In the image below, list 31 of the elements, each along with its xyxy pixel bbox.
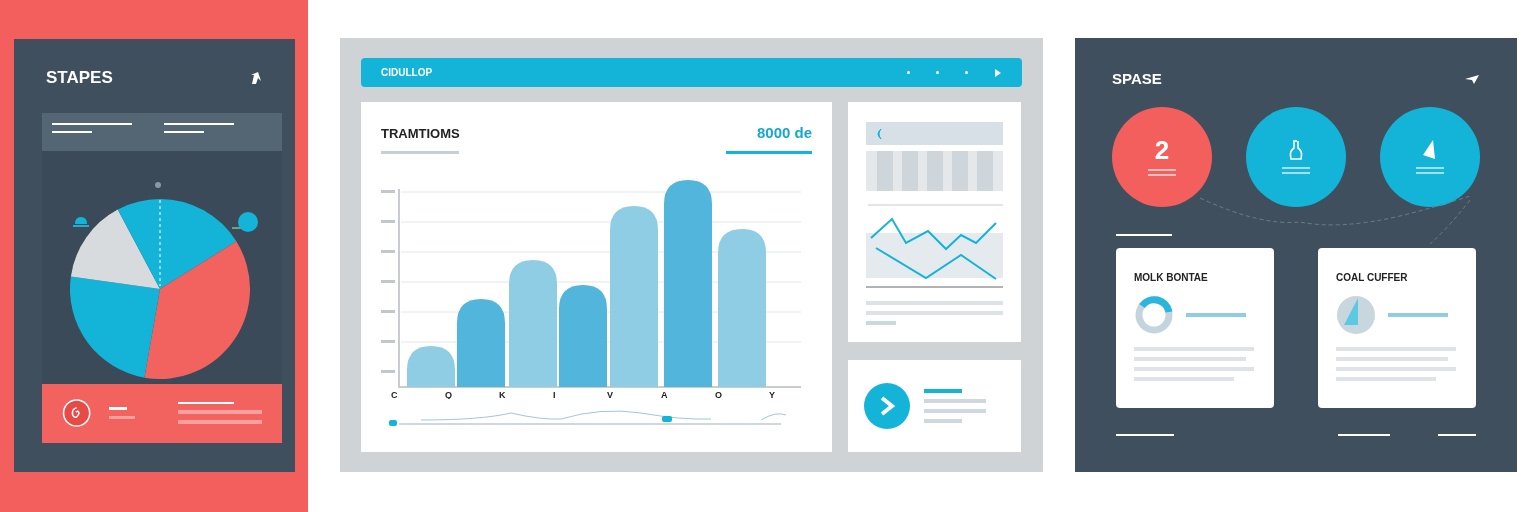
panel-title: STAPES	[46, 67, 113, 89]
card-title: MOLK BONTAE	[1134, 270, 1209, 285]
axis-label: K	[499, 389, 506, 399]
chart-title: TRAMTIOMS	[381, 124, 460, 143]
axis-label: V	[607, 389, 613, 399]
slider-handle[interactable]	[389, 419, 397, 426]
plane-icon[interactable]	[1464, 73, 1480, 86]
play-icon[interactable]	[864, 383, 910, 429]
slider-track[interactable]	[398, 422, 782, 425]
bar	[407, 345, 455, 387]
axis-label: I	[553, 389, 556, 399]
axis-label: O	[715, 389, 722, 399]
flask-icon	[1288, 139, 1304, 161]
axis-label: Y	[769, 389, 775, 399]
pin-icon	[232, 210, 258, 235]
cone-icon	[1336, 294, 1376, 335]
stat-value: 2	[1154, 137, 1170, 163]
dot-icon	[154, 180, 162, 189]
moon-icon	[874, 127, 882, 140]
play-icon[interactable]	[994, 67, 1002, 78]
header-title: CIDULLOP	[381, 66, 433, 80]
arrow-icon[interactable]	[249, 70, 263, 85]
axis-label: C	[391, 389, 398, 399]
card-title: COAL CUFFER	[1336, 270, 1409, 285]
panel-title: SPASE	[1112, 69, 1162, 89]
axis-label: Q	[445, 389, 452, 399]
slider-thumb[interactable]	[662, 415, 672, 422]
axis-label: A	[661, 389, 668, 399]
chart-value: 8000 de	[756, 123, 812, 143]
ring-icon	[1134, 294, 1174, 335]
hat-icon	[72, 215, 90, 228]
